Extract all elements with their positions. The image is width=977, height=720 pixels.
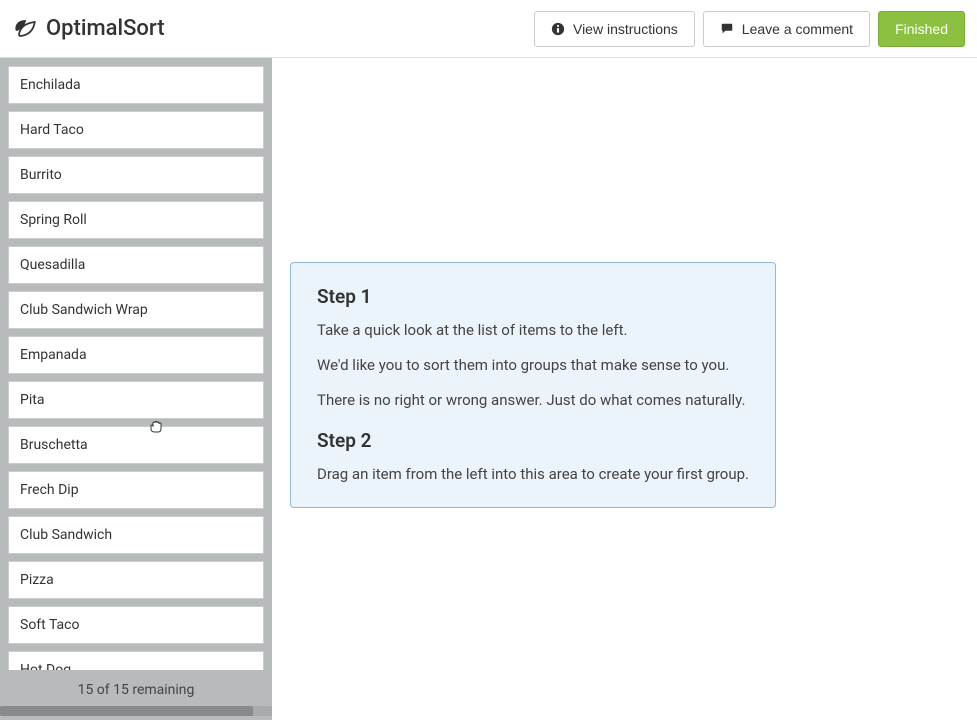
card-item[interactable]: Club Sandwich Wrap <box>8 291 264 329</box>
card-item[interactable]: Enchilada <box>8 66 264 104</box>
card-sidebar: Enchilada Hard Taco Burrito Spring Roll … <box>0 58 272 720</box>
card-item[interactable]: Bruschetta <box>8 426 264 464</box>
card-item[interactable]: Quesadilla <box>8 246 264 284</box>
card-item[interactable]: Soft Taco <box>8 606 264 644</box>
finished-button[interactable]: Finished <box>878 11 965 47</box>
scrollbar-thumb[interactable] <box>0 706 253 716</box>
step-1-text: Take a quick look at the list of items t… <box>317 320 749 341</box>
card-item[interactable]: Hard Taco <box>8 111 264 149</box>
comment-icon <box>720 22 734 36</box>
view-instructions-label: View instructions <box>573 21 678 37</box>
leaf-logo-icon <box>12 15 40 43</box>
step-1-heading: Step 1 <box>317 285 749 308</box>
horizontal-scrollbar[interactable] <box>0 706 272 716</box>
card-item[interactable]: Pita <box>8 381 264 419</box>
leave-comment-button[interactable]: Leave a comment <box>703 11 870 47</box>
card-item[interactable]: Burrito <box>8 156 264 194</box>
card-item[interactable]: Frech Dip <box>8 471 264 509</box>
step-1-text: There is no right or wrong answer. Just … <box>317 390 749 411</box>
leave-comment-label: Leave a comment <box>742 21 853 37</box>
logo-text: OptimalSort <box>46 16 165 41</box>
header-actions: View instructions Leave a comment Finish… <box>534 11 965 47</box>
app-header: OptimalSort View instructions Leave a co… <box>0 0 977 58</box>
card-item[interactable]: Hot Dog <box>8 651 264 670</box>
main-area: Enchilada Hard Taco Burrito Spring Roll … <box>0 58 977 720</box>
card-item[interactable]: Spring Roll <box>8 201 264 239</box>
logo-area: OptimalSort <box>12 15 165 43</box>
sort-canvas[interactable]: Step 1 Take a quick look at the list of … <box>272 58 977 720</box>
remaining-counter: 15 of 15 remaining <box>8 670 264 706</box>
instruction-panel: Step 1 Take a quick look at the list of … <box>290 262 776 508</box>
step-1-text: We'd like you to sort them into groups t… <box>317 355 749 376</box>
card-list: Enchilada Hard Taco Burrito Spring Roll … <box>8 66 264 670</box>
view-instructions-button[interactable]: View instructions <box>534 11 695 47</box>
step-2-text: Drag an item from the left into this are… <box>317 464 749 485</box>
info-icon <box>551 22 565 36</box>
step-2-heading: Step 2 <box>317 429 749 452</box>
card-item[interactable]: Empanada <box>8 336 264 374</box>
card-item[interactable]: Pizza <box>8 561 264 599</box>
card-item[interactable]: Club Sandwich <box>8 516 264 554</box>
finished-label: Finished <box>895 21 948 37</box>
